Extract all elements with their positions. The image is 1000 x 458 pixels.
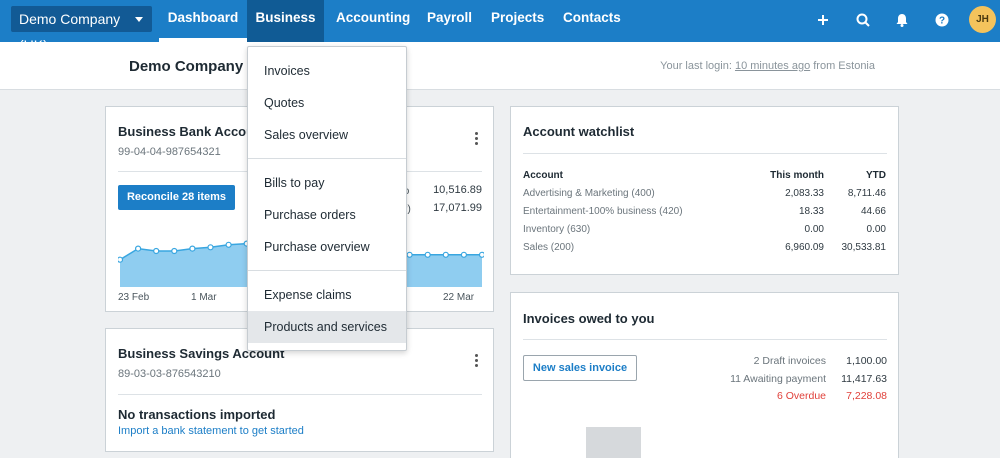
nav-dashboard[interactable]: Dashboard (159, 0, 247, 42)
last-login-info: Your last login: 10 minutes ago from Est… (660, 60, 875, 72)
menu-item-purchase-orders[interactable]: Purchase orders (248, 199, 406, 231)
draft-invoices-link[interactable]: 2 Draft invoices (691, 355, 826, 367)
watchlist-row-name[interactable]: Inventory (630) (523, 224, 590, 235)
watchlist-header-ytd: YTD (866, 170, 886, 181)
business-dropdown-menu: Invoices Quotes Sales overview Bills to … (247, 46, 407, 351)
nav-payroll[interactable]: Payroll (427, 0, 472, 42)
menu-separator (248, 158, 406, 159)
user-avatar[interactable]: JH (969, 6, 996, 33)
overdue-link[interactable]: 6 Overdue (691, 390, 826, 402)
watchlist-header-account: Account (523, 170, 563, 181)
chart-point (225, 241, 232, 248)
chart-x-label-mid: 1 Mar (191, 292, 217, 303)
invoices-owed-title: Invoices owed to you (523, 311, 655, 326)
awaiting-payment-amount: 11,417.63 (841, 373, 887, 385)
watchlist-row-ytd: 44.66 (860, 206, 886, 217)
menu-item-bills-to-pay[interactable]: Bills to pay (248, 167, 406, 199)
divider (118, 394, 482, 395)
organisation-header: Demo Company (UK) Your last login: 10 mi… (0, 42, 1000, 90)
svg-text:?: ? (939, 16, 945, 27)
balance-value-xero: 17,071.99 (433, 202, 482, 214)
reconcile-button[interactable]: Reconcile 28 items (118, 185, 235, 210)
bank-account-title[interactable]: Business Bank Account (118, 124, 266, 139)
draft-invoices-amount: 1,100.00 (846, 355, 887, 367)
watchlist-row-ytd: 8,711.46 (847, 188, 886, 199)
chart-point (478, 251, 484, 258)
divider (523, 153, 887, 154)
watchlist-row-ytd: 0.00 (866, 224, 886, 235)
watchlist-row-name[interactable]: Sales (200) (523, 242, 574, 253)
watchlist-header-this-month: This month (770, 170, 824, 181)
nav-projects[interactable]: Projects (491, 0, 544, 42)
last-login-suffix: from Estonia (813, 60, 875, 72)
more-options-icon[interactable] (475, 354, 479, 369)
nav-accounting[interactable]: Accounting (336, 0, 410, 42)
savings-account-number: 89-03-03-876543210 (118, 368, 221, 380)
plus-icon[interactable] (813, 10, 833, 30)
organisation-switcher[interactable]: Demo Company (UK) (11, 6, 152, 53)
help-icon[interactable]: ? (932, 10, 952, 30)
search-icon[interactable] (853, 10, 873, 30)
overdue-amount: 7,228.08 (846, 390, 887, 402)
watchlist-row-month: 0.00 (804, 224, 824, 235)
watchlist-title: Account watchlist (523, 124, 635, 139)
chart-x-label-end: 22 Mar (443, 292, 475, 303)
menu-item-sales-overview[interactable]: Sales overview (248, 119, 406, 151)
balance-value-statement: 10,516.89 (433, 184, 482, 196)
more-options-icon[interactable] (475, 132, 479, 147)
menu-separator (248, 270, 406, 271)
awaiting-payment-link[interactable]: 11 Awaiting payment (691, 373, 826, 385)
chart-point (171, 247, 178, 255)
bank-account-number: 99-04-04-987654321 (118, 146, 221, 158)
empty-state-title: No transactions imported (118, 407, 276, 422)
menu-item-quotes[interactable]: Quotes (248, 87, 406, 119)
top-navigation-bar: Demo Company (UK) Dashboard Business Acc… (0, 0, 1000, 53)
chart-point (406, 251, 413, 258)
chart-point (118, 256, 124, 263)
watchlist-row-month: 2,083.33 (785, 188, 824, 199)
chart-point (424, 251, 431, 258)
nav-business[interactable]: Business (247, 0, 324, 42)
account-watchlist-card: Account watchlist Account This month YTD… (510, 106, 899, 275)
divider (523, 339, 887, 340)
chart-point (135, 245, 142, 252)
chart-point (153, 247, 160, 255)
chart-point (207, 244, 214, 251)
chart-point (442, 251, 449, 258)
invoice-chart-bar (586, 427, 641, 458)
caret-down-icon (135, 17, 143, 22)
import-statement-link[interactable]: Import a bank statement to get started (118, 425, 304, 437)
chart-point (460, 251, 467, 258)
watchlist-row-name[interactable]: Advertising & Marketing (400) (523, 188, 655, 199)
menu-item-invoices[interactable]: Invoices (248, 55, 406, 87)
nav-contacts[interactable]: Contacts (563, 0, 621, 42)
last-login-time-link[interactable]: 10 minutes ago (735, 60, 810, 72)
invoices-owed-card: Invoices owed to you New sales invoice 2… (510, 292, 899, 458)
chart-x-label-start: 23 Feb (118, 292, 150, 303)
last-login-prefix: Your last login: (660, 60, 732, 72)
menu-item-expense-claims[interactable]: Expense claims (248, 279, 406, 311)
bell-icon[interactable] (892, 10, 912, 30)
watchlist-row-month: 18.33 (798, 206, 824, 217)
new-sales-invoice-button[interactable]: New sales invoice (523, 355, 637, 381)
watchlist-row-ytd: 30,533.81 (841, 242, 887, 253)
chart-point (189, 245, 196, 252)
watchlist-row-name[interactable]: Entertainment-100% business (420) (523, 206, 683, 217)
menu-item-products-and-services[interactable]: Products and services (248, 311, 406, 343)
menu-item-purchase-overview[interactable]: Purchase overview (248, 231, 406, 263)
watchlist-row-month: 6,960.09 (785, 242, 824, 253)
